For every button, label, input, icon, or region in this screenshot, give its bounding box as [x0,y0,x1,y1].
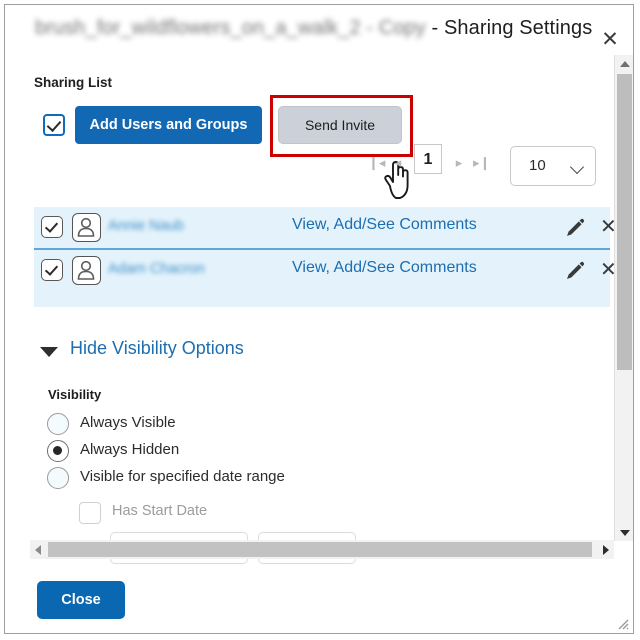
title-suffix: - Sharing Settings [425,17,593,39]
pagination-current-page[interactable]: 1 [414,144,442,174]
user-name: Adam Chacron [108,261,205,277]
permission-link[interactable]: View, Add/See Comments [292,216,477,234]
caret-right-icon[interactable] [597,540,614,559]
permission-link[interactable]: View, Add/See Comments [292,259,477,277]
table-footer-spacer [34,291,610,307]
horizontal-scrollbar-thumb[interactable] [48,542,592,557]
row-select-checkbox[interactable] [41,216,63,238]
pagination-prev-button[interactable]: ◂ [390,155,406,171]
resize-grip-icon[interactable] [615,616,629,630]
sharing-list-label: Sharing List [34,75,113,90]
radio-indicator [47,413,69,435]
horizontal-scrollbar[interactable] [30,540,614,559]
pagination-first-button[interactable]: ❙◂ [368,155,385,171]
page-size-select[interactable]: 10 [510,146,596,186]
triangle-down-icon [40,347,58,357]
user-avatar-icon [72,213,101,242]
add-users-and-groups-button[interactable]: Add Users and Groups [75,106,262,144]
table-row: Annie Naub View, Add/See Comments ✕ [34,207,617,248]
page-size-value: 10 [529,157,546,174]
radio-indicator [47,440,69,462]
caret-up-icon[interactable] [615,55,633,72]
redacted-filename: brush_for_wildflowers_on_a_walk_2 - Copy [35,17,426,39]
select-all-checkbox[interactable] [43,114,65,136]
visibility-group-label: Visibility [48,387,102,402]
radio-label: Visible for specified date range [80,468,285,485]
user-name: Annie Naub [108,218,184,234]
pagination-next-button[interactable]: ▸ [451,155,467,171]
dialog-titlebar: brush_for_wildflowers_on_a_walk_2 - Copy… [5,5,633,55]
radio-label: Always Visible [80,414,176,431]
row-select-checkbox[interactable] [41,259,63,281]
pencil-icon[interactable] [564,260,586,282]
close-button[interactable]: Close [37,581,125,619]
visibility-toggle-label: Hide Visibility Options [70,338,244,358]
sharing-settings-dialog: brush_for_wildflowers_on_a_walk_2 - Copy… [4,4,634,634]
pencil-icon[interactable] [564,217,586,239]
has-start-date-checkbox[interactable] [79,502,101,524]
vertical-scrollbar[interactable] [614,55,633,541]
has-start-date-label: Has Start Date [112,503,208,519]
radio-indicator [47,467,69,489]
caret-down-icon[interactable] [615,524,633,541]
user-avatar-icon [72,256,101,285]
radio-label: Always Hidden [80,441,180,458]
caret-left-icon[interactable] [30,540,47,559]
sharing-list-table: Annie Naub View, Add/See Comments ✕ Adam… [34,207,617,307]
chevron-down-icon [569,159,585,175]
close-icon[interactable]: ✕ [597,27,623,53]
send-invite-button[interactable]: Send Invite [278,106,402,144]
pagination-last-button[interactable]: ▸❙ [473,155,490,171]
page-title: brush_for_wildflowers_on_a_walk_2 - Copy… [35,17,592,40]
table-row: Adam Chacron View, Add/See Comments ✕ [34,248,617,291]
vertical-scrollbar-thumb[interactable] [617,74,632,370]
